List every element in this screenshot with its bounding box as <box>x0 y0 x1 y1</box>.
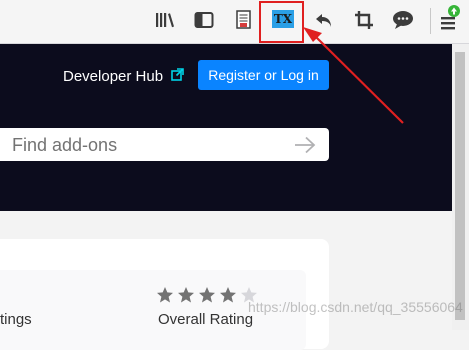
scrollbar-thumb[interactable] <box>455 52 465 320</box>
chat-icon[interactable] <box>389 6 417 34</box>
external-link-icon <box>171 68 184 81</box>
crop-icon[interactable] <box>350 6 378 34</box>
toolbar-separator <box>430 8 431 34</box>
watermark-text: https://blog.csdn.net/qq_35556064 <box>248 299 463 315</box>
reader-pdf-icon[interactable] <box>230 6 258 34</box>
sidebar-icon[interactable] <box>190 6 218 34</box>
undo-icon[interactable] <box>310 6 338 34</box>
menu-icon[interactable] <box>438 5 466 34</box>
star-icon <box>199 287 215 303</box>
ratings-label: tings <box>0 311 32 328</box>
search-input[interactable]: Find add-ons <box>0 128 329 161</box>
register-login-button[interactable]: Register or Log in <box>198 60 329 90</box>
tx-extension-icon[interactable]: TX <box>272 10 294 28</box>
library-icon[interactable] <box>151 6 179 34</box>
star-icon <box>178 287 194 303</box>
search-placeholder: Find add-ons <box>12 135 118 155</box>
browser-toolbar: TX <box>0 0 469 44</box>
star-icon <box>220 287 236 303</box>
arrow-right-icon[interactable] <box>294 136 316 154</box>
star-rating <box>156 286 258 304</box>
developer-hub-link[interactable]: Developer Hub <box>63 69 163 85</box>
star-icon <box>157 287 173 303</box>
overall-rating-label: Overall Rating <box>158 311 254 328</box>
